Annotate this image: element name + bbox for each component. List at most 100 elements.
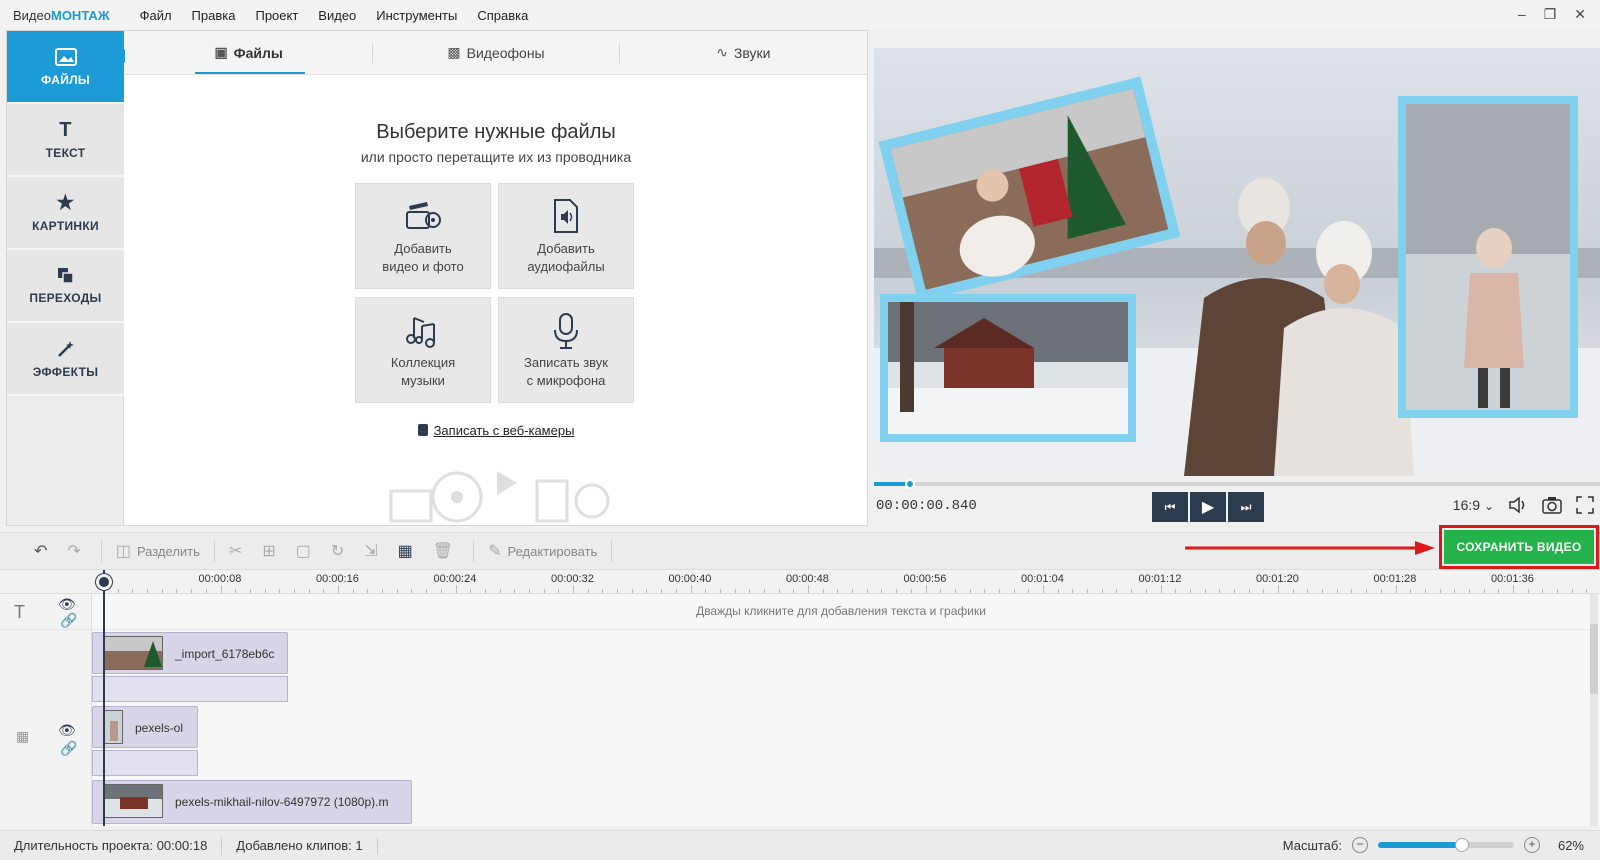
magic-wand-icon <box>57 340 74 357</box>
delete-button[interactable]: 🗑 <box>433 541 459 561</box>
text-track-icon: T <box>14 602 25 622</box>
ruler-minor-tick <box>808 585 809 593</box>
close-icon[interactable]: ✕ <box>1574 6 1586 23</box>
minimize-icon[interactable]: – <box>1518 6 1526 23</box>
zoom-slider[interactable] <box>1377 838 1514 852</box>
app-brand: ВидеоМОНТАЖ <box>13 8 110 23</box>
ruler-minor-tick <box>528 589 530 593</box>
music-collection-button[interactable]: Коллекция музыки <box>355 297 491 403</box>
link-icon[interactable]: 🔗 <box>60 740 77 757</box>
progress-handle[interactable] <box>905 479 916 489</box>
ruler-minor-tick <box>690 585 692 593</box>
redo-icon: ↷ <box>67 543 81 560</box>
split-button[interactable]: ◫ Разделить <box>116 541 200 561</box>
tab-files[interactable]: ▣ Файлы <box>125 31 372 74</box>
sidebar-item-text[interactable]: T ТЕКСТ <box>7 104 124 177</box>
sidebar-item-transitions[interactable]: ПЕРЕХОДЫ <box>7 250 124 323</box>
menu-file[interactable]: Файл <box>140 8 172 23</box>
scrollbar-thumb[interactable] <box>1590 624 1598 694</box>
ruler-minor-tick <box>1513 585 1514 593</box>
playback-progress[interactable] <box>874 479 1600 489</box>
clip-transition-bar[interactable] <box>92 750 198 776</box>
trash-icon: 🗑 <box>432 543 454 560</box>
timeline-clip[interactable]: pexels-mikhail-nilov-6497972 (1080p).m <box>92 780 412 824</box>
eye-icon[interactable]: 👁 <box>58 722 76 739</box>
skip-forward-button[interactable]: ⏭ <box>1228 492 1264 522</box>
timeline-clip[interactable]: pexels-ol <box>92 706 198 748</box>
crop-button[interactable]: ⊞ <box>262 541 281 561</box>
ruler-minor-tick <box>1028 589 1030 593</box>
frame-button[interactable]: ▢ <box>296 541 317 561</box>
zoom-out-icon[interactable]: − <box>1351 837 1368 853</box>
playhead-handle[interactable] <box>96 574 112 590</box>
edit-button[interactable]: ✎ Редактировать <box>488 541 597 561</box>
zoom-slider-handle[interactable] <box>1455 838 1470 852</box>
sidebar-item-label: ФАЙЛЫ <box>41 72 90 87</box>
ruler-minor-tick <box>1278 585 1279 593</box>
ruler-minor-tick <box>411 589 413 593</box>
text-icon: T <box>59 118 72 141</box>
skip-back-button[interactable]: ⏮ <box>1152 492 1188 522</box>
undo-button[interactable]: ↶ <box>34 541 53 561</box>
menu-tools[interactable]: Инструменты <box>376 8 457 23</box>
tab-divider <box>619 43 620 63</box>
sidebar-item-files[interactable]: ФАЙЛЫ <box>7 31 133 104</box>
resize-button[interactable]: ⇲ <box>364 541 383 561</box>
video-preview[interactable] <box>874 48 1600 476</box>
ruler-minor-tick <box>147 589 149 593</box>
rotate-button[interactable]: ↻ <box>331 541 350 561</box>
clip-transition-bar[interactable] <box>92 676 288 702</box>
sidebar-item-pictures[interactable]: ★ КАРТИНКИ <box>7 177 124 250</box>
tab-sounds[interactable]: ∿ Звуки <box>620 31 867 74</box>
ruler-minor-tick <box>631 589 633 593</box>
maximize-icon[interactable]: ❐ <box>1544 6 1557 23</box>
ruler-minor-tick <box>338 585 339 593</box>
redo-button[interactable]: ↷ <box>67 541 86 561</box>
ruler-minor-tick <box>1468 589 1470 593</box>
play-button[interactable]: ▶ <box>1190 492 1226 522</box>
sidebar-item-effects[interactable]: ЭФФЕКТЫ <box>7 323 124 396</box>
clip-thumbnail <box>103 710 123 744</box>
aspect-ratio-select[interactable]: 16:9 ⌄ <box>1453 497 1494 513</box>
cut-button[interactable]: ✂ <box>229 541 248 561</box>
ruler-minor-tick <box>954 589 956 593</box>
volume-icon[interactable] <box>1508 496 1528 514</box>
ruler-tick-label: 00:01:28 <box>1373 573 1417 585</box>
add-clip-button[interactable]: ▦ <box>398 541 419 561</box>
save-video-button[interactable]: СОХРАНИТЬ ВИДЕО <box>1444 530 1594 564</box>
zoom-in-icon[interactable]: + <box>1523 837 1540 853</box>
webcam-record-link[interactable]: Записать с веб-камеры <box>434 423 575 438</box>
ruler-minor-tick <box>382 589 384 593</box>
ruler-minor-tick <box>514 589 516 593</box>
playhead[interactable] <box>103 570 105 826</box>
add-audio-button[interactable]: Добавить аудиофайлы <box>498 183 634 289</box>
timeline-scrollbar[interactable] <box>1590 594 1598 826</box>
add-video-photo-button[interactable]: Добавить видео и фото <box>355 183 491 289</box>
image-icon: ▣ <box>214 44 228 60</box>
timeline-clip[interactable]: _import_6178eb6c <box>92 632 288 674</box>
crop-icon: ⊞ <box>262 543 276 560</box>
tab-video-backgrounds[interactable]: ▩ Видеофоны <box>372 31 619 74</box>
link-icon[interactable]: 🔗 <box>60 612 77 629</box>
ruler-minor-tick <box>1410 589 1412 593</box>
fullscreen-icon[interactable] <box>1576 496 1594 514</box>
split-label: Разделить <box>136 543 200 559</box>
zoom-control: Масштаб: − + 62% <box>1283 837 1584 853</box>
text-track[interactable]: Дважды кликните для добавления текста и … <box>92 594 1590 630</box>
menu-video[interactable]: Видео <box>318 8 356 23</box>
menu-project[interactable]: Проект <box>255 8 298 23</box>
ruler-tick-label: 00:00:56 <box>903 573 947 585</box>
ruler-minor-tick <box>1219 589 1221 593</box>
ruler-minor-tick <box>235 589 237 593</box>
menu-help[interactable]: Справка <box>477 8 528 23</box>
record-microphone-button[interactable]: Записать звук с микрофона <box>498 297 634 403</box>
timeline-ruler[interactable]: 00:00:08 00:00:16 00:00:24 00:00:32 00:00:40… <box>0 570 1600 594</box>
snapshot-camera-icon[interactable] <box>1542 496 1562 514</box>
clip-thumbnail <box>103 784 163 818</box>
ruler-minor-tick <box>293 589 295 593</box>
menu-edit[interactable]: Правка <box>192 8 236 23</box>
eye-icon[interactable]: 👁 <box>58 596 76 613</box>
ruler-minor-tick <box>1043 585 1044 593</box>
star-icon: ★ <box>56 191 75 214</box>
status-divider <box>221 836 223 855</box>
